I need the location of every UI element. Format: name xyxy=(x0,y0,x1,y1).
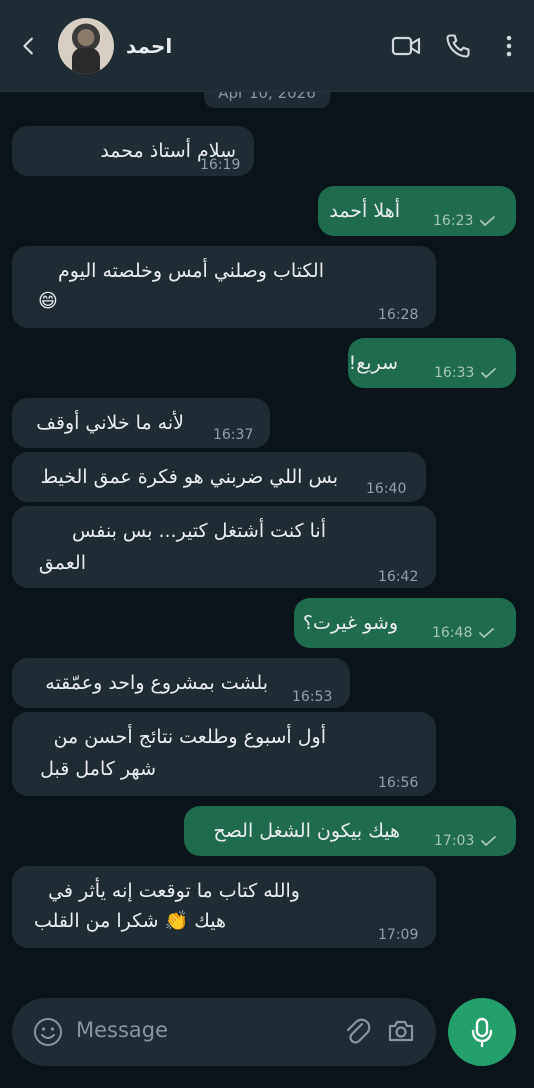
message-time-label: 16:33 xyxy=(434,365,475,381)
check-icon xyxy=(481,368,497,379)
mic-button[interactable] xyxy=(448,998,516,1066)
more-vertical-icon xyxy=(506,35,512,56)
avatar[interactable] xyxy=(58,17,114,74)
phone-icon xyxy=(446,33,470,58)
attach-button[interactable] xyxy=(342,1016,372,1052)
message-time-label: 16:48 xyxy=(432,625,473,641)
message-text: أهلا أحمد xyxy=(329,200,400,222)
message-time: 16:28 xyxy=(378,307,419,323)
microphone-icon xyxy=(471,1017,493,1048)
message-incoming[interactable]: أول أسبوع وطلعت نتائج أحسن من شهر كامل ق… xyxy=(12,712,436,796)
message-time: 16:40 xyxy=(366,481,407,497)
chat-area[interactable]: Apr 10, 2026 سلام أستاذ محمد 16:19 أهلا … xyxy=(0,92,534,982)
message-time: 16:33 xyxy=(434,358,498,388)
message-text: العمق xyxy=(38,552,86,574)
message-outgoing[interactable]: سريع! 16:33 xyxy=(348,338,516,388)
message-outgoing[interactable]: وشو غيرت؟ 16:48 xyxy=(294,598,516,648)
message-incoming[interactable]: بس اللي ضربني هو فكرة عمق الخيط 16:40 xyxy=(12,452,426,502)
message-text: والله كتاب ما توقعت إنه يأثر في xyxy=(48,880,300,902)
message-text: لأنه ما خلاني أوقف xyxy=(36,412,184,434)
message-time-label: 16:23 xyxy=(433,213,474,229)
camera-button[interactable] xyxy=(386,1016,416,1050)
date-chip: Apr 10, 2026 xyxy=(204,92,330,108)
back-button[interactable] xyxy=(0,0,58,92)
message-time: 16:37 xyxy=(213,427,254,443)
message-text: هيك بيكون الشغل الصح xyxy=(213,820,400,842)
message-time: 16:56 xyxy=(378,775,419,791)
chat-header: احمد xyxy=(0,0,534,92)
message-time-label: 17:03 xyxy=(434,833,475,849)
emoji-icon xyxy=(34,1018,62,1046)
contact-name[interactable]: احمد xyxy=(126,34,380,58)
message-emoji: 😄 xyxy=(38,290,58,312)
message-text: أنا كنت أشتغل كتير... بس بنفس xyxy=(72,520,326,542)
message-outgoing[interactable]: هيك بيكون الشغل الصح 17:03 xyxy=(184,806,516,856)
voice-call-button[interactable] xyxy=(432,0,484,92)
message-incoming[interactable]: بلشت بمشروع واحد وعمّقته 16:53 xyxy=(12,658,350,708)
message-input[interactable]: Message xyxy=(76,1018,168,1042)
paperclip-icon xyxy=(346,1018,371,1044)
check-icon xyxy=(479,628,495,639)
chevron-left-icon xyxy=(23,37,33,54)
message-incoming[interactable]: أنا كنت أشتغل كتير... بس بنفس العمق 16:4… xyxy=(12,506,436,588)
message-time: 17:09 xyxy=(378,927,419,943)
emoji-button[interactable] xyxy=(32,1016,64,1052)
video-camera-icon xyxy=(391,36,421,55)
camera-icon xyxy=(388,1020,414,1042)
message-time: 16:42 xyxy=(378,569,419,585)
menu-button[interactable] xyxy=(484,0,534,92)
message-text: شهر كامل قبل xyxy=(40,758,156,780)
message-text: بس اللي ضربني هو فكرة عمق الخيط xyxy=(40,466,338,488)
message-incoming[interactable]: سلام أستاذ محمد 16:19 xyxy=(12,126,254,176)
message-text: الكتاب وصلني أمس وخلصته اليوم xyxy=(58,260,324,282)
message-text: بلشت بمشروع واحد وعمّقته xyxy=(45,672,268,694)
video-call-button[interactable] xyxy=(380,0,432,92)
message-text: هيك 👏 شكرا من القلب xyxy=(33,910,226,932)
message-time: 16:53 xyxy=(292,689,333,705)
message-text: سريع! xyxy=(348,352,398,374)
message-time: 17:03 xyxy=(434,826,498,856)
message-text: وشو غيرت؟ xyxy=(302,612,398,634)
check-icon xyxy=(480,216,496,227)
check-icon xyxy=(481,836,497,847)
message-incoming[interactable]: الكتاب وصلني أمس وخلصته اليوم 😄 16:28 xyxy=(12,246,436,328)
message-incoming[interactable]: والله كتاب ما توقعت إنه يأثر في هيك 👏 شك… xyxy=(12,866,436,948)
message-time: 16:23 xyxy=(433,206,497,236)
message-time: 16:48 xyxy=(432,618,496,648)
message-text: أول أسبوع وطلعت نتائج أحسن من xyxy=(53,726,326,748)
message-incoming[interactable]: لأنه ما خلاني أوقف 16:37 xyxy=(12,398,270,448)
message-time: 16:19 xyxy=(200,157,241,173)
message-outgoing[interactable]: أهلا أحمد 16:23 xyxy=(318,186,516,236)
message-composer[interactable]: Message xyxy=(12,998,436,1066)
